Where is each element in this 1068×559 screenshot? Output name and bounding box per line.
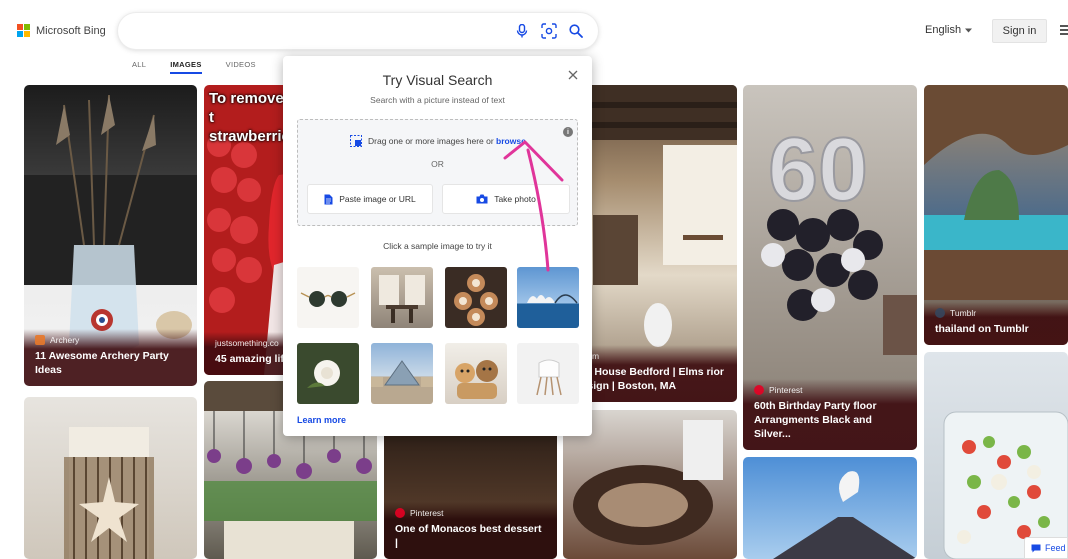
info-icon[interactable]: i bbox=[563, 127, 573, 137]
visual-search-dialog: Try Visual Search Search with a picture … bbox=[283, 56, 592, 436]
sample-image-dining-room[interactable] bbox=[371, 267, 433, 328]
archery-source-icon bbox=[35, 335, 45, 345]
brand-name: Microsoft Bing bbox=[36, 24, 106, 37]
image-result-archery[interactable]: Archery 11 Awesome Archery Party Ideas bbox=[24, 85, 197, 386]
image-result-thailand[interactable]: Tumblr thailand on Tumblr bbox=[924, 85, 1068, 345]
menu-icon[interactable] bbox=[1060, 25, 1068, 35]
drag-drop-prompt: Drag one or more images here or browse bbox=[350, 135, 526, 147]
image-result-monaco-dessert[interactable]: Pinterest One of Monacos best dessert | bbox=[384, 430, 557, 559]
tab-images[interactable]: IMAGES bbox=[170, 60, 202, 74]
sign-in-button[interactable]: Sign in bbox=[992, 19, 1047, 43]
sample-image-white-chair[interactable] bbox=[517, 343, 579, 404]
image-result-driftwood-candle[interactable] bbox=[24, 397, 197, 559]
feedback-button[interactable]: Feed bbox=[1024, 537, 1068, 559]
sample-image-opera-house[interactable] bbox=[517, 267, 579, 328]
tile-source: Pinterest bbox=[769, 385, 803, 395]
close-icon[interactable] bbox=[566, 68, 580, 82]
microphone-icon[interactable] bbox=[513, 22, 531, 40]
take-photo-button[interactable]: Take photo bbox=[442, 184, 570, 214]
tile-title: Old House Bedford | Elms rior Design | B… bbox=[574, 366, 724, 392]
tile-source: Archery bbox=[50, 335, 80, 345]
take-photo-label: Take photo bbox=[494, 194, 536, 204]
image-result-salad[interactable] bbox=[924, 352, 1068, 559]
tile-title: 11 Awesome Archery Party Ideas bbox=[35, 350, 169, 376]
learn-more-link[interactable]: Learn more bbox=[297, 415, 346, 425]
sample-image-louvre[interactable] bbox=[371, 343, 433, 404]
tile-overlay-text: To remove t strawberrie bbox=[209, 90, 290, 145]
drag-text: Drag one or more images here or bbox=[368, 136, 494, 146]
tile-title: 60th Birthday Party floor Arrangments Bl… bbox=[754, 400, 877, 440]
image-drop-zone[interactable]: Drag one or more images here or browse i… bbox=[297, 119, 578, 226]
vertical-tabs: ALL IMAGES VIDEOS bbox=[132, 60, 280, 74]
dialog-title: Try Visual Search bbox=[382, 72, 493, 88]
visual-search-icon[interactable] bbox=[540, 22, 558, 40]
sample-image-sunglasses[interactable] bbox=[297, 267, 359, 328]
sample-image-latte-art[interactable] bbox=[445, 267, 507, 328]
search-icon[interactable] bbox=[567, 22, 585, 40]
pinterest-icon bbox=[754, 385, 764, 395]
chevron-down-icon bbox=[965, 28, 973, 32]
image-result-volcano[interactable] bbox=[743, 457, 917, 559]
document-icon bbox=[324, 194, 333, 204]
feedback-label: Feed bbox=[1045, 543, 1066, 553]
tab-videos[interactable]: VIDEOS bbox=[226, 60, 256, 74]
volcano-image bbox=[773, 471, 917, 559]
paste-button-label: Paste image or URL bbox=[339, 194, 416, 204]
upload-image-icon bbox=[350, 135, 362, 147]
search-input[interactable] bbox=[118, 13, 598, 49]
tab-all[interactable]: ALL bbox=[132, 60, 146, 74]
or-divider: OR bbox=[431, 159, 444, 169]
browse-link[interactable]: browse bbox=[496, 136, 526, 146]
bing-logo[interactable]: Microsoft Bing bbox=[17, 24, 106, 37]
dialog-subtitle: Search with a picture instead of text bbox=[370, 95, 505, 105]
driftwood-candle-image bbox=[64, 427, 154, 559]
image-result-60th-birthday[interactable]: 60 Pinterest 60th Birthday Party floor A… bbox=[743, 85, 917, 450]
tile-source: justsomething.co bbox=[215, 338, 279, 348]
language-label: English bbox=[925, 24, 962, 36]
salad-image bbox=[943, 411, 1068, 559]
tile-source: Pinterest bbox=[410, 508, 444, 518]
svg-text:60: 60 bbox=[768, 120, 868, 220]
tumblr-icon bbox=[935, 308, 945, 318]
tile-title: One of Monacos best dessert | bbox=[395, 523, 542, 549]
microsoft-logo-icon bbox=[17, 24, 30, 37]
paste-image-button[interactable]: Paste image or URL bbox=[307, 184, 433, 214]
tile-source: Tumblr bbox=[950, 308, 977, 318]
sample-image-puppies[interactable] bbox=[445, 343, 507, 404]
tile-title: thailand on Tumblr bbox=[935, 323, 1029, 335]
sample-images-heading: Click a sample image to try it bbox=[383, 241, 492, 251]
camera-icon bbox=[476, 194, 488, 204]
chat-bubble-icon bbox=[1031, 544, 1041, 552]
language-selector[interactable]: English bbox=[925, 24, 973, 36]
sample-image-white-rose[interactable] bbox=[297, 343, 359, 404]
pinterest-icon bbox=[395, 508, 405, 518]
